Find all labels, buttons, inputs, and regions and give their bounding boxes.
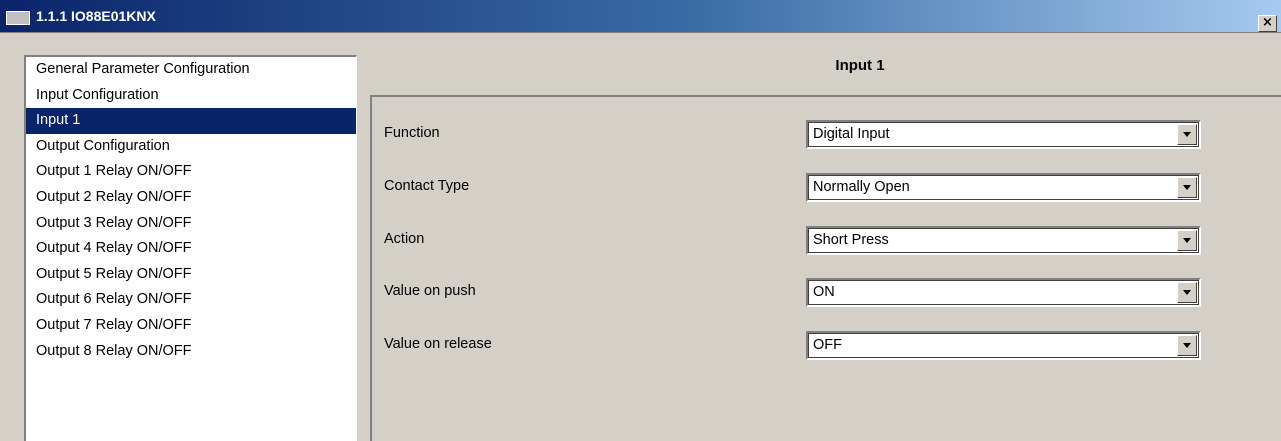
value-on-push-select[interactable]: ON — [806, 278, 1201, 307]
chevron-down-icon[interactable] — [1177, 124, 1197, 145]
nav-item-output-configuration[interactable]: Output Configuration — [26, 134, 356, 160]
window-title: 1.1.1 IO88E01KNX — [36, 8, 156, 24]
contact-type-value: Normally Open — [813, 179, 910, 195]
nav-item-output-3-relay[interactable]: Output 3 Relay ON/OFF — [26, 211, 356, 237]
value-on-release-label: Value on release — [384, 336, 492, 352]
action-value: Short Press — [813, 232, 889, 248]
nav-item-input-configuration[interactable]: Input Configuration — [26, 83, 356, 109]
param-row-action: Action Short Press — [372, 226, 1281, 255]
nav-item-output-6-relay[interactable]: Output 6 Relay ON/OFF — [26, 287, 356, 313]
param-row-value-on-push: Value on push ON — [372, 278, 1281, 307]
function-value: Digital Input — [813, 126, 890, 142]
value-on-push-value: ON — [813, 284, 835, 300]
parameter-panel: Function Digital Input Contact Type Norm… — [370, 95, 1281, 441]
nav-item-output-7-relay[interactable]: Output 7 Relay ON/OFF — [26, 313, 356, 339]
nav-item-input-1[interactable]: Input 1 — [26, 108, 356, 134]
parameter-tree[interactable]: General Parameter Configuration Input Co… — [24, 55, 357, 441]
param-row-contact-type: Contact Type Normally Open — [372, 173, 1281, 202]
param-row-value-on-release: Value on release OFF — [372, 331, 1281, 360]
panel-title: Input 1 — [835, 57, 885, 74]
nav-item-output-2-relay[interactable]: Output 2 Relay ON/OFF — [26, 185, 356, 211]
value-on-release-select[interactable]: OFF — [806, 331, 1201, 360]
action-select[interactable]: Short Press — [806, 226, 1201, 255]
chevron-down-icon[interactable] — [1177, 282, 1197, 303]
contact-type-select[interactable]: Normally Open — [806, 173, 1201, 202]
param-row-function: Function Digital Input — [372, 120, 1281, 149]
chevron-down-icon[interactable] — [1177, 177, 1197, 198]
action-label: Action — [384, 231, 425, 247]
window-icon — [6, 11, 30, 25]
close-button[interactable]: × — [1258, 15, 1277, 32]
nav-item-general-parameter-configuration[interactable]: General Parameter Configuration — [26, 57, 356, 83]
nav-item-output-8-relay[interactable]: Output 8 Relay ON/OFF — [26, 339, 356, 365]
chevron-down-icon[interactable] — [1177, 335, 1197, 356]
function-label: Function — [384, 125, 440, 141]
value-on-push-label: Value on push — [384, 283, 476, 299]
title-bar: 1.1.1 IO88E01KNX × — [0, 0, 1281, 33]
nav-item-output-1-relay[interactable]: Output 1 Relay ON/OFF — [26, 159, 356, 185]
value-on-release-value: OFF — [813, 337, 842, 353]
function-select[interactable]: Digital Input — [806, 120, 1201, 149]
nav-item-output-4-relay[interactable]: Output 4 Relay ON/OFF — [26, 236, 356, 262]
contact-type-label: Contact Type — [384, 178, 470, 194]
nav-item-output-5-relay[interactable]: Output 5 Relay ON/OFF — [26, 262, 356, 288]
chevron-down-icon[interactable] — [1177, 230, 1197, 251]
